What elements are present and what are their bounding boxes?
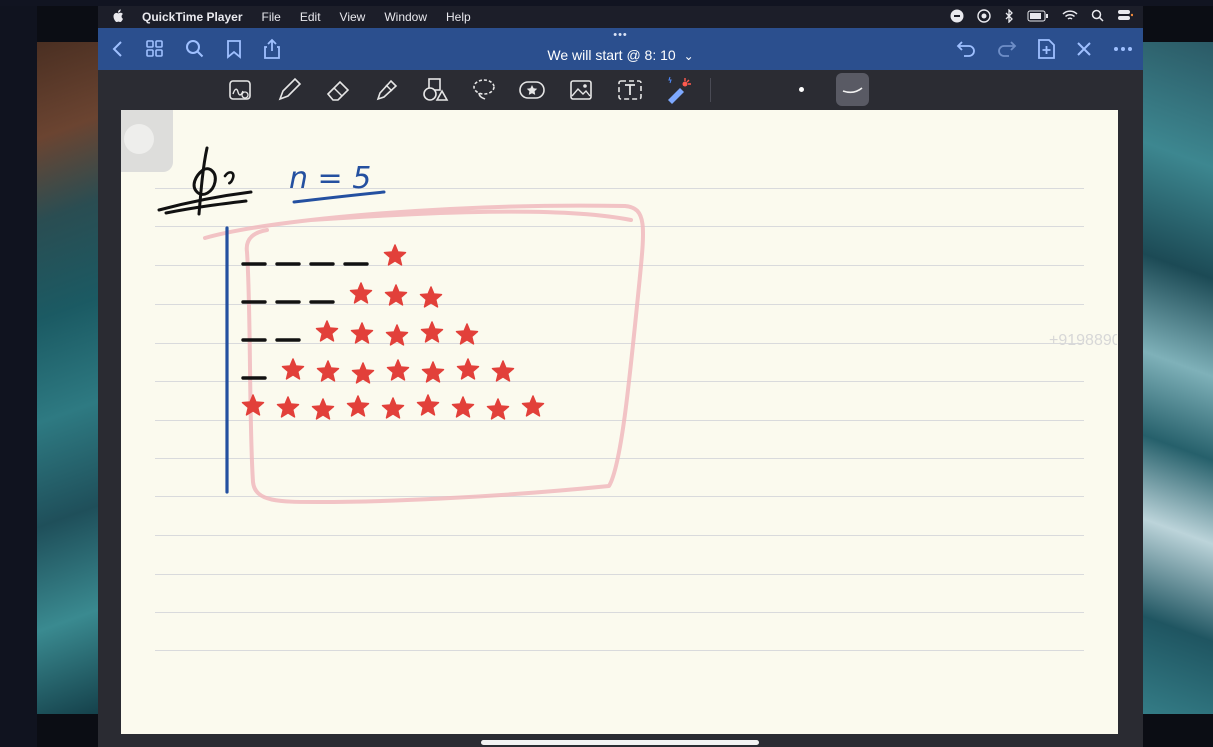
star-mark (486, 398, 510, 420)
star-mark (451, 396, 475, 418)
phone-number-overlay: +91988900 (1049, 332, 1117, 349)
star-mark (311, 398, 335, 420)
status-icons (950, 6, 1134, 28)
document-title[interactable]: We will start @ 8: 10 ⌄ (98, 47, 1143, 63)
star-mark (349, 282, 373, 304)
menu-bar: QuickTime Player File Edit View Window H… (98, 6, 1143, 28)
star-mark (421, 361, 445, 383)
handwriting-layer: n = 5 (157, 146, 645, 504)
star-mark (386, 359, 410, 381)
grid-icon[interactable] (144, 38, 166, 60)
menu-window[interactable]: Window (384, 10, 427, 24)
chevron-down-icon: ⌄ (683, 49, 694, 63)
wallpaper-right (1143, 42, 1213, 714)
star-mark (419, 286, 443, 308)
menu-edit[interactable]: Edit (300, 10, 321, 24)
bluetooth-icon[interactable] (1004, 7, 1014, 26)
n-equals-text: n = 5 (289, 161, 371, 196)
battery-icon[interactable] (1027, 10, 1049, 25)
star-pattern (241, 244, 545, 420)
star-mark (383, 244, 407, 266)
highlighter-icon[interactable] (373, 76, 401, 104)
add-page-icon[interactable] (1035, 38, 1057, 60)
control-center-icon[interactable] (1117, 9, 1134, 25)
laser-pointer-icon[interactable] (664, 76, 692, 104)
star-mark (346, 395, 370, 417)
undo-icon[interactable] (956, 38, 978, 60)
zoom-window-icon[interactable] (226, 76, 254, 104)
star-mark (384, 284, 408, 306)
redo-icon[interactable] (995, 38, 1017, 60)
star-mark (491, 360, 515, 382)
tools-toolbar (98, 70, 1143, 110)
n-equals-label: n = 5 (289, 161, 386, 204)
wifi-icon[interactable] (1062, 9, 1078, 25)
heading-q (157, 146, 253, 216)
note-canvas[interactable]: n = 5 (121, 110, 1118, 734)
highlight-box (203, 203, 645, 504)
star-mark (416, 394, 440, 416)
window-handle-dots[interactable]: ••• (98, 29, 1143, 41)
spotlight-icon[interactable] (1091, 9, 1104, 25)
pen-size-dot[interactable] (799, 87, 804, 92)
device-frame-left (98, 110, 121, 747)
star-mark (350, 322, 374, 344)
back-icon[interactable] (108, 38, 130, 60)
more-icon[interactable] (1112, 38, 1134, 60)
star-mark (381, 397, 405, 419)
wallpaper-left (37, 42, 98, 714)
star-mark (351, 362, 375, 384)
pen-icon[interactable] (275, 76, 303, 104)
star-mark (241, 394, 265, 416)
device-frame-right (1118, 110, 1143, 747)
menu-app-name[interactable]: QuickTime Player (142, 10, 243, 24)
app-header: ••• We will start @ 8: 10 ⌄ (98, 28, 1143, 70)
image-icon[interactable] (567, 76, 595, 104)
stroke-style-button[interactable] (836, 73, 869, 106)
text-box-icon[interactable] (616, 76, 644, 104)
desktop-left-pane (0, 6, 37, 747)
menu-help[interactable]: Help (446, 10, 471, 24)
star-mark (456, 358, 480, 380)
star-mark (281, 358, 305, 380)
home-indicator[interactable] (481, 740, 759, 745)
star-mark (316, 360, 340, 382)
lasso-icon[interactable] (470, 76, 498, 104)
star-mark (521, 395, 545, 417)
star-mark (420, 321, 444, 343)
star-mark (315, 320, 339, 342)
document-title-text: We will start @ 8: 10 (547, 47, 676, 63)
menu-file[interactable]: File (262, 10, 281, 24)
star-mark (276, 396, 300, 418)
search-icon[interactable] (184, 38, 206, 60)
menu-view[interactable]: View (340, 10, 366, 24)
star-mark (385, 324, 409, 346)
share-icon[interactable] (261, 38, 283, 60)
star-mark (455, 323, 479, 345)
close-icon[interactable] (1073, 38, 1095, 60)
eraser-icon[interactable] (324, 76, 352, 104)
toolbar-divider (710, 78, 711, 102)
screen-mirror-icon[interactable] (977, 8, 991, 26)
apple-icon[interactable] (112, 8, 128, 26)
stop-recording-icon[interactable] (950, 9, 964, 26)
shapes-icon[interactable] (421, 76, 449, 104)
sticker-icon[interactable] (518, 76, 546, 104)
bookmark-icon[interactable] (223, 38, 245, 60)
